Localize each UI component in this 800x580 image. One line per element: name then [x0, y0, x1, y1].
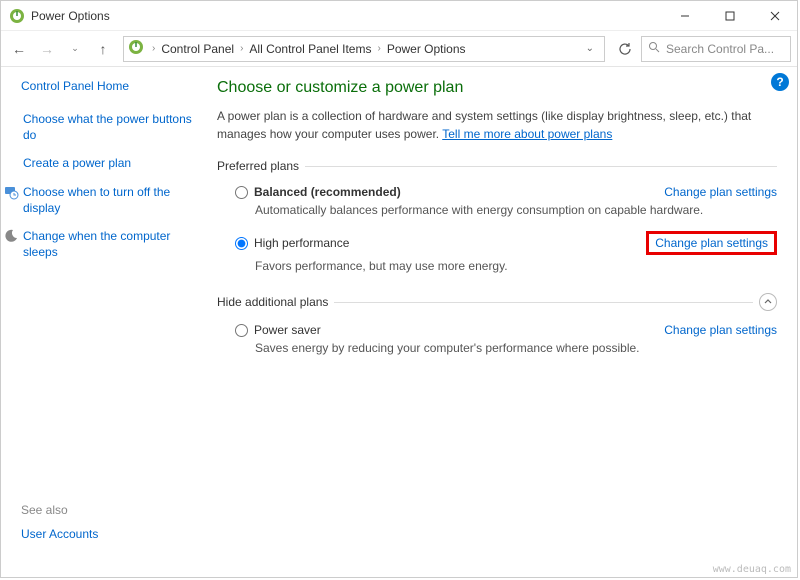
collapse-button[interactable]	[759, 293, 777, 311]
tell-me-more-link[interactable]: Tell me more about power plans	[442, 127, 612, 141]
monitor-clock-icon	[3, 184, 19, 200]
change-plan-settings-link[interactable]: Change plan settings	[664, 185, 777, 199]
moon-icon	[3, 228, 19, 244]
user-accounts-link[interactable]: User Accounts	[21, 527, 98, 541]
plan-balanced: Balanced (recommended) Change plan setti…	[217, 181, 777, 227]
power-options-icon	[128, 39, 144, 58]
search-input[interactable]: Search Control Pa...	[641, 36, 791, 62]
titlebar: Power Options	[1, 1, 797, 31]
see-also-label: See also	[21, 503, 68, 517]
search-icon	[648, 41, 660, 56]
sidebar-item-computer-sleeps[interactable]: Change when the computer sleeps	[23, 228, 201, 260]
minimize-button[interactable]	[662, 1, 707, 31]
intro-text: A power plan is a collection of hardware…	[217, 107, 777, 143]
plan-power-saver: Power saver Change plan settings Saves e…	[217, 319, 777, 365]
toolbar: ← → ⌄ ↑ › Control Panel › All Control Pa…	[1, 31, 797, 67]
refresh-button[interactable]	[613, 37, 637, 61]
plan-description: Automatically balances performance with …	[235, 199, 777, 217]
plan-radio-power-saver[interactable]: Power saver	[235, 323, 321, 337]
page-title: Choose or customize a power plan	[217, 79, 777, 97]
back-button[interactable]: ←	[7, 37, 31, 61]
hide-additional-label: Hide additional plans	[217, 295, 334, 309]
maximize-button[interactable]	[707, 1, 752, 31]
divider	[305, 166, 777, 167]
sidebar: Control Panel Home Choose what the power…	[1, 67, 211, 577]
breadcrumb[interactable]: Control Panel	[159, 42, 236, 56]
window-title: Power Options	[31, 9, 110, 23]
preferred-plans-label: Preferred plans	[217, 159, 305, 173]
address-bar[interactable]: › Control Panel › All Control Panel Item…	[123, 36, 605, 62]
sidebar-item-power-buttons[interactable]: Choose what the power buttons do	[23, 111, 201, 143]
control-panel-home-link[interactable]: Control Panel Home	[21, 79, 201, 93]
help-icon[interactable]: ?	[771, 73, 789, 91]
plan-radio-high-performance[interactable]: High performance	[235, 236, 349, 250]
sidebar-item-create-plan[interactable]: Create a power plan	[23, 155, 131, 171]
main-content: ? Choose or customize a power plan A pow…	[211, 67, 797, 577]
sidebar-item-turn-off-display[interactable]: Choose when to turn off the display	[23, 184, 201, 216]
plan-description: Favors performance, but may use more ene…	[235, 255, 777, 273]
change-plan-settings-link[interactable]: Change plan settings	[664, 323, 777, 337]
breadcrumb[interactable]: All Control Panel Items	[247, 42, 373, 56]
up-button[interactable]: ↑	[91, 37, 115, 61]
power-options-icon	[9, 8, 25, 24]
breadcrumb[interactable]: Power Options	[385, 42, 468, 56]
chevron-right-icon: ›	[236, 43, 247, 54]
plan-description: Saves energy by reducing your computer's…	[235, 337, 777, 355]
chevron-right-icon: ›	[148, 43, 159, 54]
address-dropdown[interactable]: ⌄	[580, 43, 600, 54]
forward-button[interactable]: →	[35, 37, 59, 61]
watermark: www.deuaq.com	[713, 564, 791, 575]
chevron-right-icon: ›	[373, 43, 384, 54]
history-dropdown[interactable]: ⌄	[63, 37, 87, 61]
plan-high-performance: High performance Change plan settings Fa…	[217, 227, 777, 283]
divider	[334, 302, 753, 303]
change-plan-settings-link[interactable]: Change plan settings	[646, 231, 777, 255]
close-button[interactable]	[752, 1, 797, 31]
plan-radio-balanced[interactable]: Balanced (recommended)	[235, 185, 401, 199]
